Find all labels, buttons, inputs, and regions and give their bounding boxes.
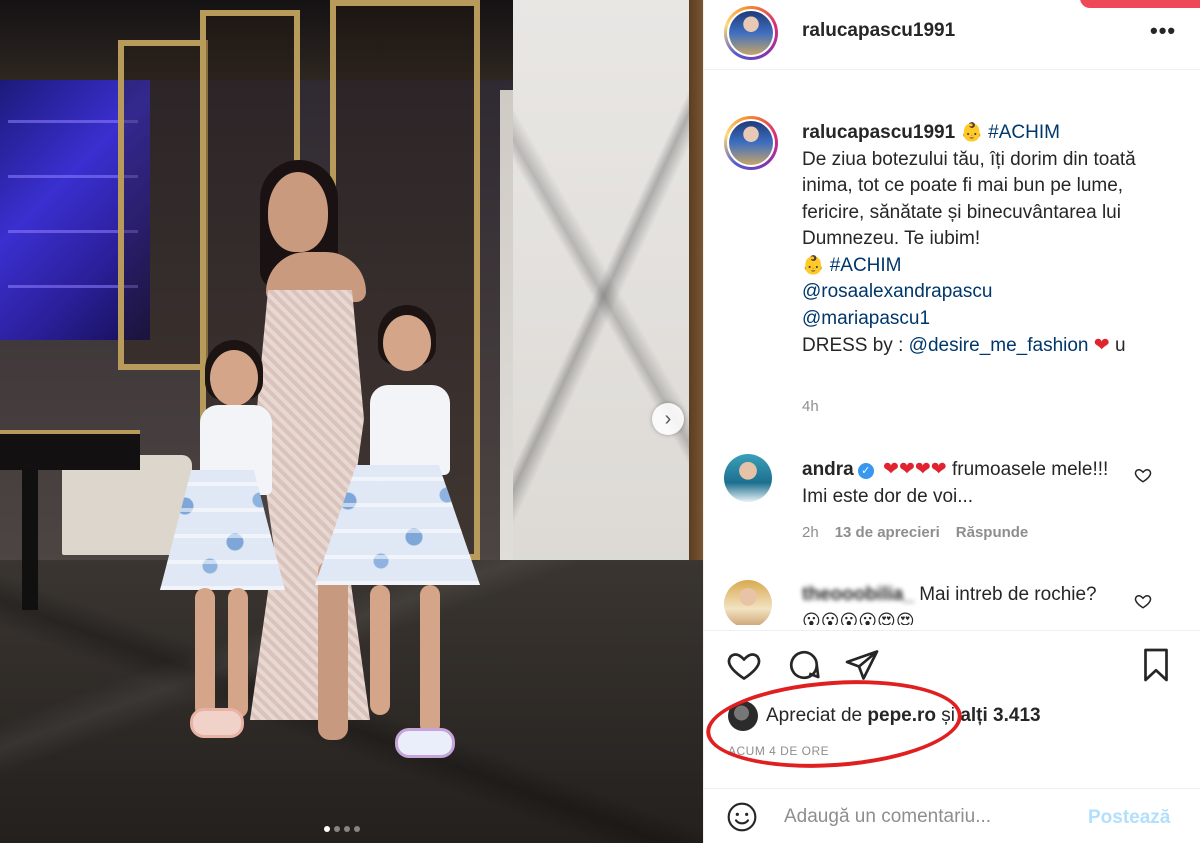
post-photo[interactable]: ›	[0, 0, 703, 843]
commenter-avatar[interactable]	[724, 580, 772, 625]
comment-bar: Postează	[704, 788, 1200, 843]
likes-summary[interactable]: Apreciat de pepe.ro și alți 3.413	[728, 701, 1041, 731]
carousel-dots	[324, 826, 360, 832]
likes-others-count[interactable]: alți 3.413	[960, 705, 1040, 726]
liker-avatar[interactable]	[728, 701, 758, 731]
comment-text: Mai intreb de rochie?	[919, 584, 1097, 605]
comment-input[interactable]	[784, 803, 1084, 831]
caption-text: De ziua botezului tău, îți dorim din toa…	[802, 148, 1136, 250]
comment-likes-count[interactable]: 13 de aprecieri	[835, 524, 940, 541]
like-icon[interactable]	[726, 647, 762, 683]
more-icon[interactable]: •••	[1150, 18, 1176, 44]
save-icon[interactable]	[1138, 647, 1174, 683]
photo-girl-left-shoe	[190, 708, 244, 738]
post-header: ralucapascu1991 •••	[704, 0, 1200, 70]
comment-icon[interactable]	[786, 647, 822, 683]
commenter-username[interactable]: andra	[802, 459, 854, 480]
caption-mention[interactable]: @rosaalexandrapascu	[802, 281, 992, 302]
heart-emoji: ❤	[1093, 334, 1110, 356]
comment-hearts: ❤❤❤❤	[883, 458, 947, 480]
photo-chair	[62, 455, 192, 555]
post-actions: Apreciat de pepe.ro și alți 3.413 ACUM 4…	[703, 630, 1200, 810]
photo-table-leg	[22, 470, 38, 610]
post-comment-button[interactable]: Postează	[1088, 807, 1170, 829]
share-icon[interactable]	[844, 647, 880, 683]
photo-girl-left-head	[210, 350, 258, 406]
caption-suffix: u	[1114, 335, 1126, 356]
comment-reply-button[interactable]: Răspunde	[956, 524, 1029, 541]
caption-timestamp[interactable]: 4h	[802, 398, 819, 415]
smile-icon[interactable]	[726, 801, 758, 833]
photo-girl-right-leg	[420, 585, 440, 735]
carousel-next-button[interactable]: ›	[652, 403, 684, 435]
caption-body: ralucapascu1991 👶 #ACHIM De ziua botezul…	[802, 120, 1182, 360]
caption-mention[interactable]: @mariapascu1	[802, 308, 930, 329]
commenter-avatar[interactable]	[724, 454, 772, 502]
caption-dress-label: DRESS by :	[802, 335, 909, 356]
author-username[interactable]: ralucapascu1991	[802, 20, 955, 42]
carousel-dot-active	[324, 826, 330, 832]
photo-girl-left-leg	[195, 588, 215, 718]
comment-meta: 2h 13 de aprecieri Răspunde	[802, 524, 1028, 541]
photo-girl-right-top	[370, 385, 450, 475]
author-avatar[interactable]	[724, 6, 778, 60]
carousel-dot	[334, 826, 340, 832]
carousel-dot	[354, 826, 360, 832]
commenter-username[interactable]: theooobilia_	[802, 584, 914, 605]
likes-text: Apreciat de pepe.ro și alți 3.413	[766, 705, 1041, 727]
photo-woman-head	[268, 172, 328, 252]
comment-text-block: andra ✓ ❤❤❤❤ frumoasele mele!!! Imi este …	[802, 456, 1132, 510]
caption-hashtag[interactable]: #ACHIM	[988, 122, 1060, 143]
photo-table	[0, 430, 140, 470]
baby-emoji: 👶	[802, 254, 825, 276]
caption-author-avatar[interactable]	[724, 116, 778, 170]
likes-middle: și	[936, 705, 961, 726]
caption-username[interactable]: ralucapascu1991	[802, 122, 955, 143]
comment-emojis: 😮😮😮😮😍😍	[802, 610, 915, 626]
post-side-panel: ralucapascu1991 ••• ralucapascu1991 👶 #A…	[703, 0, 1200, 843]
post-time-ago[interactable]: ACUM 4 DE ORE	[728, 744, 829, 758]
photo-girl-right-head	[383, 315, 431, 371]
verified-icon: ✓	[857, 463, 874, 479]
photo-gold-frame	[118, 40, 208, 370]
liker-username[interactable]: pepe.ro	[867, 705, 936, 726]
caption-hashtag[interactable]: #ACHIM	[830, 255, 902, 276]
caption-mention[interactable]: @desire_me_fashion	[909, 335, 1089, 356]
baby-emoji: 👶	[960, 122, 983, 143]
comment-text-block: theooobilia_ Mai intreb de rochie? 😮😮😮😮😍…	[802, 582, 1132, 625]
likes-prefix: Apreciat de	[766, 705, 868, 726]
comment-time[interactable]: 2h	[802, 524, 819, 541]
photo-girl-right-shoe	[395, 728, 455, 758]
photo-girl-right-leg	[370, 585, 390, 715]
carousel-dot	[344, 826, 350, 832]
photo-girl-left-leg	[228, 588, 248, 718]
comments-list[interactable]: andra ✓ ❤❤❤❤ frumoasele mele!!! Imi este …	[704, 440, 1200, 625]
like-small-icon[interactable]	[1134, 592, 1152, 615]
photo-woman-leg	[318, 560, 348, 740]
like-small-icon[interactable]	[1134, 466, 1152, 489]
